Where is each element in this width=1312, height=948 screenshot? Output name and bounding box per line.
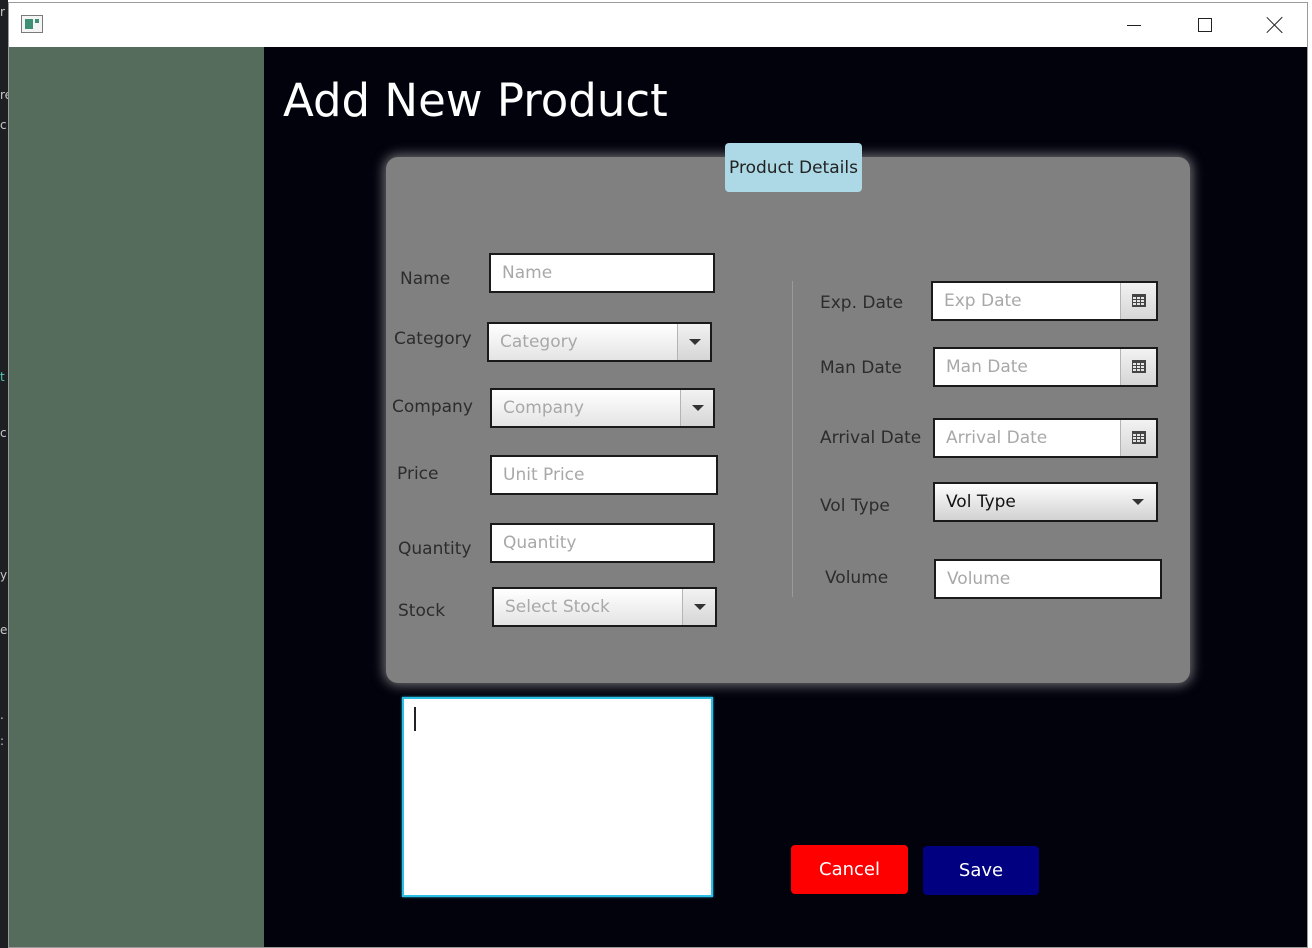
- product-details-tab[interactable]: Product Details: [725, 143, 862, 192]
- quantity-label: Quantity: [398, 539, 472, 559]
- chevron-down-icon: [692, 405, 704, 411]
- price-label: Price: [397, 464, 439, 484]
- volume-label: Volume: [825, 568, 889, 588]
- vol-type-combo-text: Vol Type: [946, 492, 1016, 512]
- title-bar[interactable]: [9, 3, 1307, 47]
- stock-combo-text: Select Stock: [505, 597, 610, 617]
- main-content: Add New Product Product Details Name Nam…: [264, 47, 1307, 947]
- company-combo[interactable]: Company: [490, 388, 715, 428]
- stock-dropdown-button[interactable]: [682, 589, 715, 625]
- man-date-text: Man Date: [946, 357, 1028, 377]
- app-window: Add New Product Product Details Name Nam…: [8, 2, 1308, 948]
- man-date-label: Man Date: [820, 358, 902, 378]
- arrival-date-text: Arrival Date: [946, 428, 1048, 448]
- minimize-button[interactable]: [1099, 3, 1169, 47]
- chevron-down-icon: [689, 339, 701, 345]
- calendar-icon: [1132, 294, 1146, 307]
- close-icon: [1266, 16, 1284, 34]
- background-glyph: r: [0, 5, 5, 19]
- background-glyph: y: [0, 568, 8, 582]
- exp-date-picker[interactable]: Exp Date: [931, 281, 1158, 321]
- man-date-calendar-button[interactable]: [1120, 349, 1156, 385]
- exp-date-calendar-button[interactable]: [1120, 283, 1156, 319]
- volume-field[interactable]: Volume: [934, 559, 1162, 599]
- name-field[interactable]: Name: [489, 253, 715, 293]
- background-glyph: .: [0, 708, 4, 722]
- minimize-icon: [1127, 25, 1141, 26]
- company-combo-text: Company: [503, 398, 584, 418]
- arrival-date-picker[interactable]: Arrival Date: [933, 418, 1158, 458]
- background-glyph: :: [0, 734, 5, 748]
- sidebar: [9, 47, 264, 947]
- man-date-picker[interactable]: Man Date: [933, 347, 1158, 387]
- company-dropdown-button[interactable]: [680, 390, 713, 426]
- chevron-down-icon: [694, 604, 706, 610]
- company-label: Company: [392, 397, 473, 417]
- category-dropdown-button[interactable]: [677, 324, 710, 360]
- background-glyph: c: [0, 426, 7, 440]
- product-details-panel: Product Details Name Name Category Categ…: [386, 143, 1190, 683]
- category-combo[interactable]: Category: [487, 322, 712, 362]
- cancel-button[interactable]: Cancel: [791, 845, 908, 894]
- text-cursor: [414, 707, 416, 731]
- column-divider: [792, 281, 793, 597]
- quantity-field[interactable]: Quantity: [490, 523, 715, 563]
- stock-label: Stock: [398, 601, 446, 621]
- vol-type-label: Vol Type: [820, 496, 890, 516]
- maximize-button[interactable]: [1169, 3, 1239, 47]
- background-window-strip: r re c t c y e . :: [0, 0, 12, 948]
- calendar-icon: [1132, 360, 1146, 373]
- stock-combo[interactable]: Select Stock: [492, 587, 717, 627]
- notes-textarea[interactable]: [402, 697, 713, 897]
- exp-date-label: Exp. Date: [820, 293, 904, 313]
- background-glyph: c: [0, 118, 7, 132]
- name-label: Name: [400, 269, 451, 289]
- category-combo-text: Category: [500, 332, 578, 352]
- arrival-date-calendar-button[interactable]: [1120, 420, 1156, 456]
- vol-type-combo[interactable]: Vol Type: [933, 482, 1158, 522]
- app-window-icon: [21, 15, 43, 33]
- page-title: Add New Product: [283, 74, 668, 127]
- save-button[interactable]: Save: [923, 846, 1039, 895]
- close-button[interactable]: [1239, 3, 1307, 47]
- maximize-icon: [1198, 18, 1212, 32]
- background-glyph: t: [0, 370, 5, 384]
- category-label: Category: [394, 329, 472, 349]
- arrival-date-label: Arrival Date: [820, 428, 922, 448]
- unit-price-field[interactable]: Unit Price: [490, 455, 718, 495]
- chevron-down-icon: [1132, 499, 1144, 505]
- background-glyph: e: [0, 623, 8, 637]
- calendar-icon: [1132, 431, 1146, 444]
- exp-date-text: Exp Date: [944, 291, 1022, 311]
